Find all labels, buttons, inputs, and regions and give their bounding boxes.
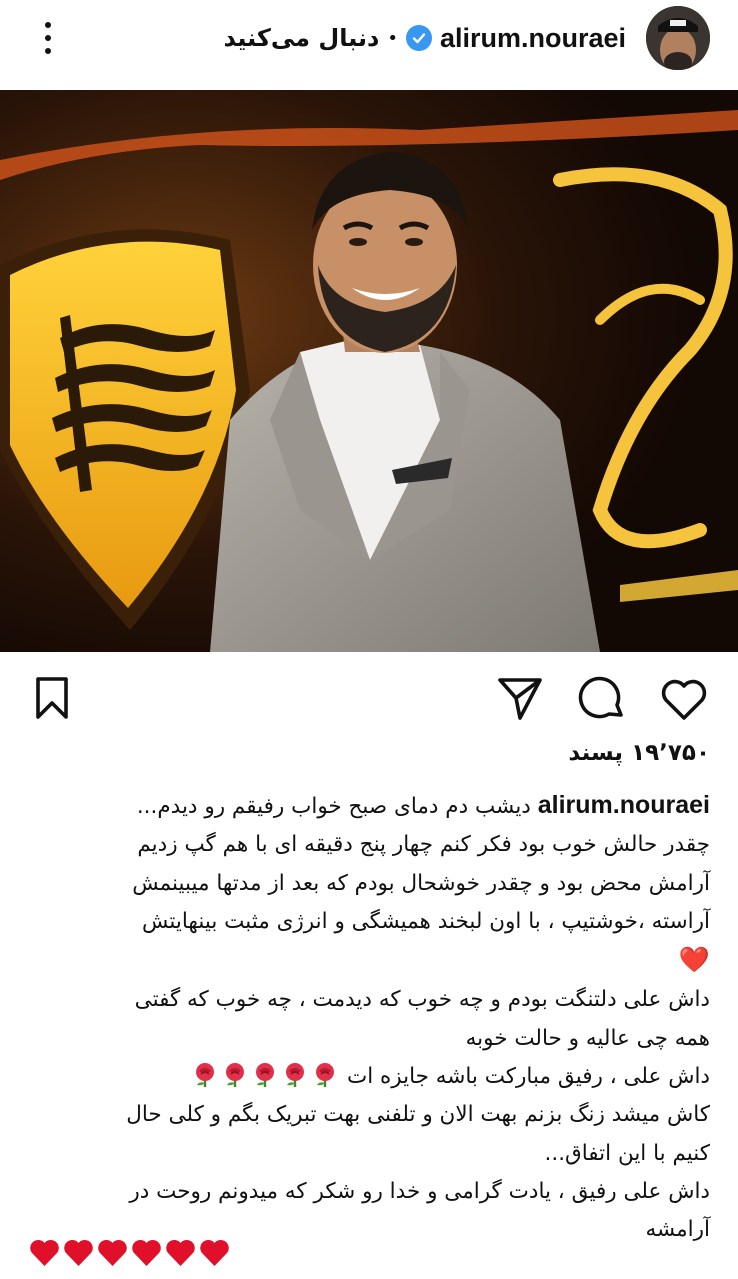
rose-icon: [221, 1061, 249, 1089]
bookmark-icon: [36, 677, 68, 719]
post-photo[interactable]: [0, 90, 738, 652]
dot: [45, 48, 51, 54]
red-heart-icon: [62, 1237, 95, 1269]
dot: [45, 22, 51, 28]
caption-line: داش علی رفیق ، یادت گرامی و خدا رو شکر ک…: [129, 1178, 710, 1204]
caption-line: ❤️: [28, 941, 710, 981]
comment-button[interactable]: [576, 672, 628, 724]
caption-line: داش علی دلتنگت بودم و چه خوب که دیدمت ، …: [134, 987, 710, 1013]
post-header: دنبال می‌کنید • alirum.nouraei: [0, 0, 738, 88]
like-button[interactable]: [658, 672, 710, 724]
red-heart-icon: ❤️: [678, 945, 710, 975]
caption-line: داش علی ، رفیق مبارکت باشه جایزه ات: [28, 1058, 710, 1096]
hearts-emoji-row: [28, 1237, 231, 1277]
red-heart-icon: [198, 1237, 231, 1269]
caption-text: داش علی ، رفیق مبارکت باشه جایزه ات: [346, 1064, 710, 1090]
rose-icon: [191, 1061, 219, 1089]
comment-bubble-icon: [578, 676, 623, 719]
red-heart-icon: [28, 1237, 61, 1269]
caption-text: دیشب دم دمای صبح خواب رفیقم رو دیدم...: [136, 794, 531, 819]
separator-dot: •: [387, 27, 398, 49]
red-heart-icon: [130, 1237, 163, 1269]
caption-username-link[interactable]: alirum.nouraei: [538, 791, 710, 819]
caption-line: کنیم با این اتفاق...: [544, 1140, 710, 1166]
post-action-bar: [0, 660, 738, 740]
red-heart-icon: [164, 1237, 197, 1269]
likes-count[interactable]: ۱۹٬۷۵۰ پسند: [568, 740, 710, 766]
caption-line: آرامش محض بود و چقدر خوشحال بودم که بعد …: [132, 870, 710, 896]
following-status-link[interactable]: دنبال می‌کنید: [223, 24, 379, 52]
header-account-info: دنبال می‌کنید • alirum.nouraei: [223, 18, 626, 58]
caption-line: alirum.nouraei دیشب دم دمای صبح خواب رفی…: [28, 786, 710, 826]
caption-line: همه چی عالیه و حالت خوبه: [465, 1025, 710, 1051]
rose-emojis: [190, 1061, 340, 1089]
rose-icon: [311, 1061, 339, 1089]
username-link[interactable]: alirum.nouraei: [440, 23, 626, 54]
save-button[interactable]: [26, 672, 78, 724]
caption-line: کاش میشد زنگ بزنم بهت الان و تلفنی بهت ت…: [126, 1102, 710, 1128]
avatar[interactable]: [646, 6, 710, 70]
rose-icon: [281, 1061, 309, 1089]
verified-badge-icon: [405, 25, 432, 51]
post-caption: alirum.nouraei دیشب دم دمای صبح خواب رفی…: [28, 786, 710, 1250]
post-image: [0, 90, 738, 652]
send-paper-plane-icon: [498, 678, 542, 720]
share-button[interactable]: [494, 672, 546, 724]
caption-line: آراسته ،خوشتیپ ، با اون لبخند همیشگی و ا…: [142, 908, 710, 934]
heart-outline-icon: [661, 679, 707, 720]
red-heart-icon: [96, 1237, 129, 1269]
rose-icon: [251, 1061, 279, 1089]
caption-line: چقدر حالش خوب بود فکر کنم چهار پنج دقیقه…: [137, 832, 710, 858]
more-options-button[interactable]: [34, 16, 62, 60]
dot: [45, 35, 51, 41]
